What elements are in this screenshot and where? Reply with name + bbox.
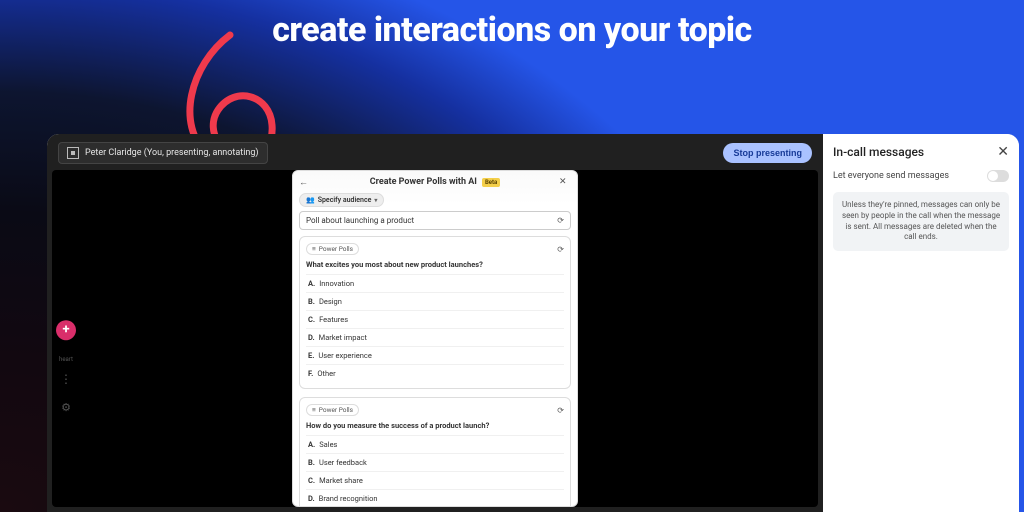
presenter-name-label: Peter Claridge (You, presenting, annotat… [85, 148, 259, 158]
modal-header: ← Create Power Polls with AI Beta ✕ [293, 171, 577, 193]
gear-icon[interactable]: ⚙ [61, 401, 71, 414]
presentation-icon [67, 147, 79, 159]
option-letter: A. [308, 279, 315, 288]
in-call-messages-panel: In-call messages ✕ Let everyone send mes… [823, 134, 1019, 512]
poll-option[interactable]: F.Other [306, 364, 564, 382]
close-button[interactable]: ✕ [559, 177, 571, 189]
create-polls-modal: ← Create Power Polls with AI Beta ✕ 👥 Sp… [292, 170, 578, 507]
modal-title: Create Power Polls with AI [370, 177, 477, 187]
regenerate-poll-icon[interactable]: ⟳ [557, 406, 564, 415]
chat-panel-title: In-call messages [833, 145, 924, 159]
poll-option[interactable]: D.Market impact [306, 328, 564, 346]
specify-audience-button[interactable]: 👥 Specify audience ▾ [299, 193, 384, 207]
chevron-down-icon: ▾ [374, 197, 377, 204]
option-letter: F. [308, 369, 313, 378]
presenter-indicator[interactable]: Peter Claridge (You, presenting, annotat… [58, 142, 268, 164]
option-letter: C. [308, 476, 315, 485]
option-letter: B. [308, 297, 315, 306]
app-left-rail: + heart ⋮ ⚙ [52, 320, 76, 414]
poll-option[interactable]: B.Design [306, 292, 564, 310]
poll-tag-icon: ≡ [312, 245, 316, 253]
poll-type-tag[interactable]: ≡ Power Polls [306, 404, 359, 416]
poll-card: ≡ Power Polls ⟳ What excites you most abou… [299, 236, 571, 389]
rail-label: heart [59, 356, 73, 363]
option-letter: C. [308, 315, 315, 324]
poll-option[interactable]: B.User feedback [306, 453, 564, 471]
stop-presenting-button[interactable]: Stop presenting [723, 143, 812, 163]
poll-option[interactable]: D.Brand recognition [306, 489, 564, 506]
video-conference-window: Peter Claridge (You, presenting, annotat… [47, 134, 1019, 512]
everyone-send-toggle[interactable] [987, 170, 1009, 182]
poll-question: What excites you most about new product … [306, 260, 564, 269]
poll-tag-icon: ≡ [312, 406, 316, 414]
option-letter: E. [308, 351, 314, 360]
poll-card: ≡ Power Polls ⟳ How do you measure the suc… [299, 397, 571, 506]
more-icon[interactable]: ⋮ [60, 373, 72, 385]
chat-panel-close-button[interactable]: ✕ [997, 144, 1009, 160]
chat-info-note: Unless they're pinned, messages can only… [833, 192, 1009, 251]
poll-option[interactable]: E.User experience [306, 346, 564, 364]
option-letter: D. [308, 494, 315, 503]
presentation-top-bar: Peter Claridge (You, presenting, annotat… [52, 139, 818, 170]
regenerate-icon[interactable]: ⟳ [557, 216, 564, 225]
presentation-stage: Peter Claridge (You, presenting, annotat… [47, 134, 823, 512]
poll-option[interactable]: C.Features [306, 310, 564, 328]
audience-icon: 👥 [306, 196, 315, 204]
poll-type-tag[interactable]: ≡ Power Polls [306, 243, 359, 255]
modal-body: 👥 Specify audience ▾ Poll about launchin… [293, 193, 577, 506]
shared-screen-area: + heart ⋮ ⚙ ← Create Power Polls with AI… [52, 170, 818, 507]
poll-option[interactable]: A.Innovation [306, 274, 564, 292]
regenerate-poll-icon[interactable]: ⟳ [557, 245, 564, 254]
everyone-send-toggle-label: Let everyone send messages [833, 171, 949, 181]
ai-prompt-input[interactable]: Poll about launching a product ⟳ [299, 211, 571, 230]
marketing-headline: create interactions on your topic [0, 10, 1024, 50]
poll-question: How do you measure the success of a prod… [306, 421, 564, 430]
option-letter: B. [308, 458, 315, 467]
option-letter: D. [308, 333, 315, 342]
add-interaction-fab[interactable]: + [56, 320, 76, 340]
specify-audience-label: Specify audience [318, 196, 372, 204]
back-button[interactable]: ← [299, 177, 311, 189]
option-letter: A. [308, 440, 315, 449]
poll-option[interactable]: A.Sales [306, 435, 564, 453]
beta-badge: Beta [482, 178, 500, 187]
poll-option[interactable]: C.Market share [306, 471, 564, 489]
ai-prompt-value: Poll about launching a product [306, 216, 414, 225]
